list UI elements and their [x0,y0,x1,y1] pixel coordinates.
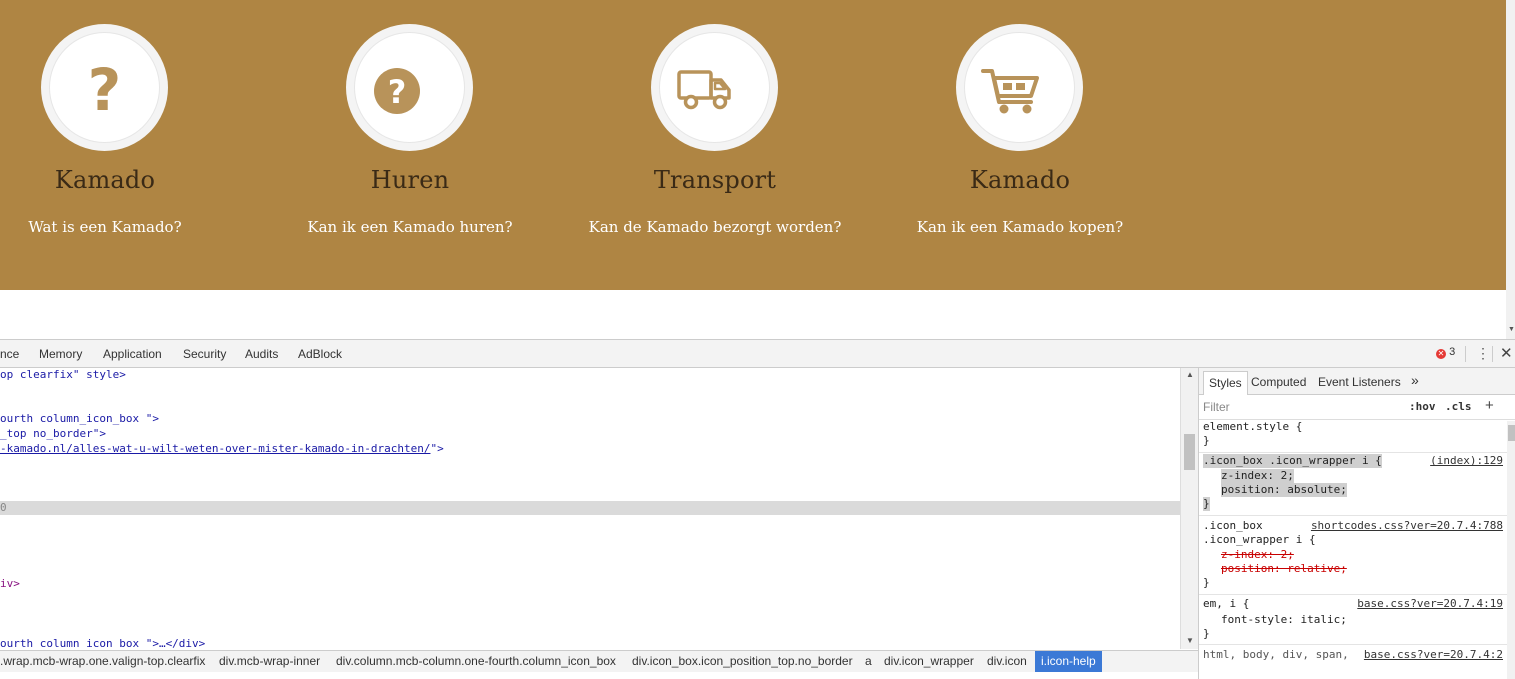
rule-source-link[interactable]: (index):129 [1430,454,1503,467]
breadcrumb-item[interactable]: div.icon_box.icon_position_top.no_border [632,654,853,668]
elements-scrollbar[interactable]: ▲ ▼ [1180,368,1198,649]
dom-line[interactable]: iv> [0,577,20,591]
feature-title: Huren [370,166,450,194]
dom-line-text: _top no_border"> [0,427,106,440]
rule-source-link[interactable]: base.css?ver=20.7.4:19 [1357,597,1503,610]
breadcrumb-item[interactable]: div.column.mcb-column.one-fourth.column_… [336,654,616,668]
rule-selector[interactable]: em, i { [1203,597,1249,611]
breadcrumb-item-active[interactable]: i.icon-help [1035,651,1102,672]
feature-subtitle[interactable]: Kan ik een Kamado huren? [240,218,580,236]
styles-pane: Styles Computed Event Listeners » Filter… [1198,368,1515,679]
tab-audits[interactable]: Audits [245,347,278,361]
breadcrumb-item[interactable]: div.icon_wrapper [884,654,974,668]
screen: ? Kamado Wat is een Kamado? ? Huren Kan … [0,0,1515,679]
feature-subtitle[interactable]: Wat is een Kamado? [0,218,275,236]
new-rule-icon[interactable]: + [1485,397,1494,414]
question-circle-icon[interactable]: ? [346,24,473,151]
styles-scrollbar[interactable] [1507,421,1515,679]
dom-line-text: "> [430,442,444,455]
dom-line-text: ourth column_icon_box "> [0,412,159,425]
dom-href-link[interactable]: -kamado.nl/alles-wat-u-wilt-weten-over-m… [0,442,430,455]
error-icon: ✕ [1436,349,1446,359]
css-property-text: z-index: 2; [1221,548,1294,561]
truck-icon[interactable] [651,24,778,151]
dom-line[interactable]: op clearfix" style> [0,368,126,382]
rule-source-link[interactable]: shortcodes.css?ver=20.7.4:788 [1311,519,1503,532]
devtools-panel: nce Memory Application Security Audits A… [0,339,1515,679]
svg-text:?: ? [88,56,122,124]
dom-line-text: ourth column_icon_box ">…</div> [0,637,206,649]
dom-breadcrumb: .wrap.mcb-wrap.one.valign-top.clearfix d… [0,650,1198,672]
class-toggle[interactable]: .cls [1445,400,1472,413]
dom-line[interactable]: _top no_border"> [0,427,106,441]
dom-line[interactable]: -kamado.nl/alles-wat-u-wilt-weten-over-m… [0,442,444,456]
scroll-down-arrow-icon[interactable]: ▼ [1508,326,1515,333]
shopping-cart-icon[interactable] [956,24,1083,151]
website-viewport: ? Kamado Wat is een Kamado? ? Huren Kan … [0,0,1515,339]
rule-close-brace: } [1203,576,1210,589]
tab-application[interactable]: Application [103,347,162,361]
page-scrollbar[interactable] [1506,0,1515,339]
rule-close-brace: } [1203,497,1210,511]
feature-subtitle[interactable]: Kan de Kamado bezorgt worden? [545,218,885,236]
breadcrumb-item[interactable]: div.mcb-wrap-inner [219,654,320,668]
css-property-text: position: absolute; [1221,483,1347,496]
tab-styles[interactable]: Styles [1203,371,1248,395]
tab-security[interactable]: Security [183,347,226,361]
styles-filter-bar: Filter :hov .cls + [1199,396,1515,420]
feature-title: Transport [653,166,777,194]
elements-tree[interactable]: op clearfix" style> ourth column_icon_bo… [0,368,1180,649]
feature-subtitle[interactable]: Kan ik een Kamado kopen? [850,218,1190,236]
filter-input[interactable]: Filter [1203,400,1230,414]
more-tabs-icon[interactable]: » [1411,372,1419,388]
styles-tab-bar: Styles Computed Event Listeners » [1199,368,1515,395]
rule-selector[interactable]: .icon_box .icon_wrapper i { [1203,454,1382,468]
css-property-text: font-style: italic; [1221,613,1347,626]
svg-text:?: ? [388,73,407,111]
css-property-overridden[interactable]: position: relative; [1221,562,1347,576]
question-mark-icon[interactable]: ? [41,24,168,151]
dom-line-text: 0 [0,501,7,514]
css-property-text: z-index: 2; [1221,469,1294,482]
scroll-thumb[interactable] [1508,425,1515,441]
css-property-overridden[interactable]: z-index: 2; [1221,548,1294,562]
feature-band: ? Kamado Wat is een Kamado? ? Huren Kan … [0,0,1506,290]
error-count: 3 [1449,346,1456,358]
rule-close-brace: } [1203,434,1210,447]
devtools-tab-bar: nce Memory Application Security Audits A… [0,340,1515,368]
dom-line[interactable]: ourth column_icon_box "> [0,412,159,426]
tab-event-listeners[interactable]: Event Listeners [1318,375,1401,389]
close-devtools-icon[interactable]: ✕ [1500,344,1513,362]
scroll-thumb[interactable] [1184,434,1195,470]
rule-selector[interactable]: .icon_wrapper i { [1203,533,1316,547]
css-property-text: position: relative; [1221,562,1347,575]
feature-title: Kamado [969,166,1071,194]
feature-title: Kamado [54,166,156,194]
dom-line[interactable]: ourth column_icon_box ">…</div> [0,637,205,649]
dom-line-text: iv> [0,577,20,590]
tab-performance[interactable]: nce [0,347,19,361]
scroll-down-icon[interactable]: ▼ [1186,636,1194,645]
css-property[interactable]: position: absolute; [1221,483,1347,497]
dom-line-selected[interactable]: 0 [0,501,7,515]
scroll-up-icon[interactable]: ▲ [1186,370,1194,379]
rule-selector[interactable]: .icon_box [1203,519,1263,533]
tab-adblock[interactable]: AdBlock [298,347,342,361]
error-counter[interactable]: ✕ 3 [1436,346,1455,359]
css-property[interactable]: font-style: italic; [1221,613,1347,627]
breadcrumb-item[interactable]: a [865,654,872,668]
rule-close-brace: } [1203,627,1210,640]
dom-line-text: op clearfix" style> [0,368,126,381]
selected-node-highlight [0,501,1180,515]
breadcrumb-item[interactable]: div.icon [987,654,1027,668]
rule-selector[interactable]: html, body, div, span, [1203,648,1349,662]
tab-memory[interactable]: Memory [39,347,82,361]
element-style-selector[interactable]: element.style { [1203,420,1302,434]
hover-state-toggle[interactable]: :hov [1409,400,1436,413]
breadcrumb-item[interactable]: .wrap.mcb-wrap.one.valign-top.clearfix [0,654,205,668]
tab-computed[interactable]: Computed [1251,375,1306,389]
more-options-icon[interactable]: ⋮ [1476,345,1490,362]
rule-source-link[interactable]: base.css?ver=20.7.4:2 [1364,648,1503,661]
css-property[interactable]: z-index: 2; [1221,469,1294,483]
